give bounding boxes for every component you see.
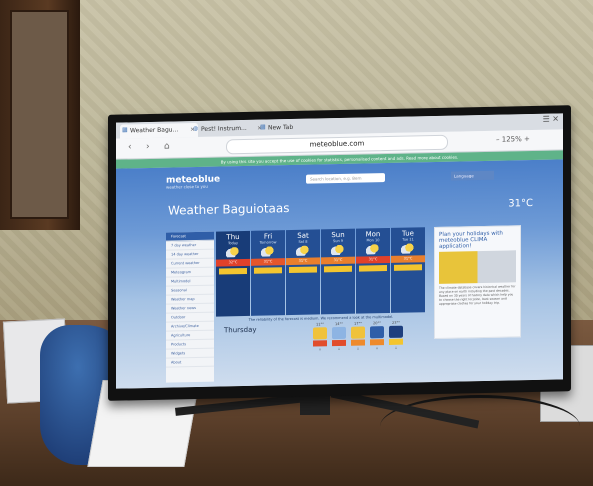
hour-temp-bar [351,339,365,346]
wind-arrow-icon: ↓ [356,346,360,351]
partly-cloudy-icon [261,246,275,257]
tab-label: New Tab [268,123,294,132]
home-icon[interactable]: ⌂ [164,142,170,152]
zoom-control[interactable]: – 125% + [496,135,530,144]
clima-promo[interactable]: Plan your holidays with meteoblue CLIMA … [434,225,521,340]
menu-close-icon[interactable]: ☰ ✕ [543,114,559,123]
url-field[interactable]: meteoblue.com [226,134,448,155]
hour-label: 20°° [373,321,381,326]
day-date: Sun 9 [333,238,343,244]
hourly-column: 17°° ↓ [349,321,367,381]
wind-arrow-icon: ↓ [318,347,322,352]
partly-cloudy-icon [226,247,240,258]
hourly-column: 11°° ↓ [311,322,329,382]
hourly-title: Thursday [224,325,257,335]
language-select[interactable]: Language [451,170,494,181]
forecast-day[interactable]: Sun Sun 9 31°C [321,228,355,315]
forecast-day[interactable]: Sat Sat 8 31°C [286,229,320,316]
wind-arrow-icon: ↓ [394,345,398,350]
location-search-input[interactable]: Search location, e.g. Bern [306,173,385,184]
globe-icon: ◍ [193,124,199,133]
tab-label: Pest! Instrum... [201,124,247,133]
wind-arrow-icon: ↓ [375,346,379,351]
night-cloudy-icon [389,325,403,338]
rain-bar [359,265,387,272]
hour-label: 11°° [316,322,324,327]
day-date: Today [227,241,239,246]
night-cloudy-icon [370,326,384,339]
url-text: meteoblue.com [309,139,365,149]
hourly-column: 23°° ↓ [387,321,405,381]
wind-arrow-icon: ↓ [337,346,341,352]
browser-tab-new[interactable]: ▦ New Tab [258,120,318,135]
rain-bar [324,265,352,273]
forecast-days: Thu Today 32°C Fri Tomorrow 31°C Sat Sat… [216,227,426,317]
day-high-temp: 31°C [321,256,355,265]
partly-cloudy-icon [296,245,310,256]
partly-cloudy-icon [366,244,380,255]
hour-label: 23°° [392,320,400,325]
forecast-day[interactable]: Fri Tomorrow 31°C [251,230,285,316]
hour-temp-bar [313,340,327,347]
partly-cloudy-icon [331,244,345,256]
promo-text: The climate database covers historical w… [439,284,516,306]
hour-label: 14°° [335,321,343,327]
browser-tab-pest[interactable]: ◍ Pest! Instrum... × [191,122,265,138]
sunny-icon [313,327,327,340]
window-pane [10,10,69,219]
monitor: ▦ Weather Bagu... × ◍ Pest! Instrum... ×… [108,105,571,401]
rain-bar [219,267,247,275]
rain-bar [394,264,422,271]
forecast-day[interactable]: Thu Today 32°C [216,230,250,317]
day-date: Tue 11 [402,237,414,242]
monitor-screen: ▦ Weather Bagu... × ◍ Pest! Instrum... ×… [116,113,563,389]
page-icon: ▦ [122,126,128,134]
hourly-forecast: 11°° ↓ 14°° ↓ 17°° ↓ 20°° ↓ 23°° ↓ [311,320,421,382]
forward-icon[interactable]: › [146,142,150,152]
day-high-temp: 32°C [216,258,250,267]
sidebar-menu: Forecast 7 day weather 14 day weather Cu… [166,231,214,383]
sidebar-item[interactable]: About [166,357,214,368]
partly-cloudy-icon [401,243,415,254]
day-high-temp: 31°C [286,257,320,266]
sunny-icon [351,326,365,339]
zoom-level: 125% [501,135,522,144]
day-high-temp: 31°C [356,255,390,264]
hourly-column: 20°° ↓ [368,321,386,381]
page-icon: ▦ [260,123,266,131]
cable [380,395,580,458]
day-date: Sat 8 [298,239,308,244]
forecast-day[interactable]: Mon Mon 10 31°C [356,227,390,314]
forecast-day[interactable]: Tue Tue 11 31°C [391,227,425,313]
tab-label: Weather Bagu... [130,126,179,135]
webpage: meteoblue weather close to you Search lo… [116,159,563,389]
site-tagline: weather close to you [166,183,208,190]
day-high-temp: 31°C [251,258,285,266]
day-high-temp: 31°C [391,255,425,263]
hour-label: 17°° [354,321,362,326]
hourly-column: 14°° ↓ [330,322,348,382]
back-icon[interactable]: ‹ [128,142,132,152]
window-frame [0,0,80,230]
rain-bar [254,267,282,274]
day-date: Mon 10 [366,238,380,243]
day-date: Tomorrow [259,240,277,245]
hour-temp-bar [370,339,384,346]
partly-cloudy-icon [332,326,346,340]
hour-temp-bar [332,339,346,347]
promo-title: Plan your holidays with meteoblue CLIMA … [439,230,503,250]
current-temperature: 31°C [508,197,533,210]
hour-temp-bar [389,338,403,345]
rain-bar [289,266,317,274]
promo-chart-image [439,250,516,284]
location-title: Weather Baguiotaas [168,201,290,218]
